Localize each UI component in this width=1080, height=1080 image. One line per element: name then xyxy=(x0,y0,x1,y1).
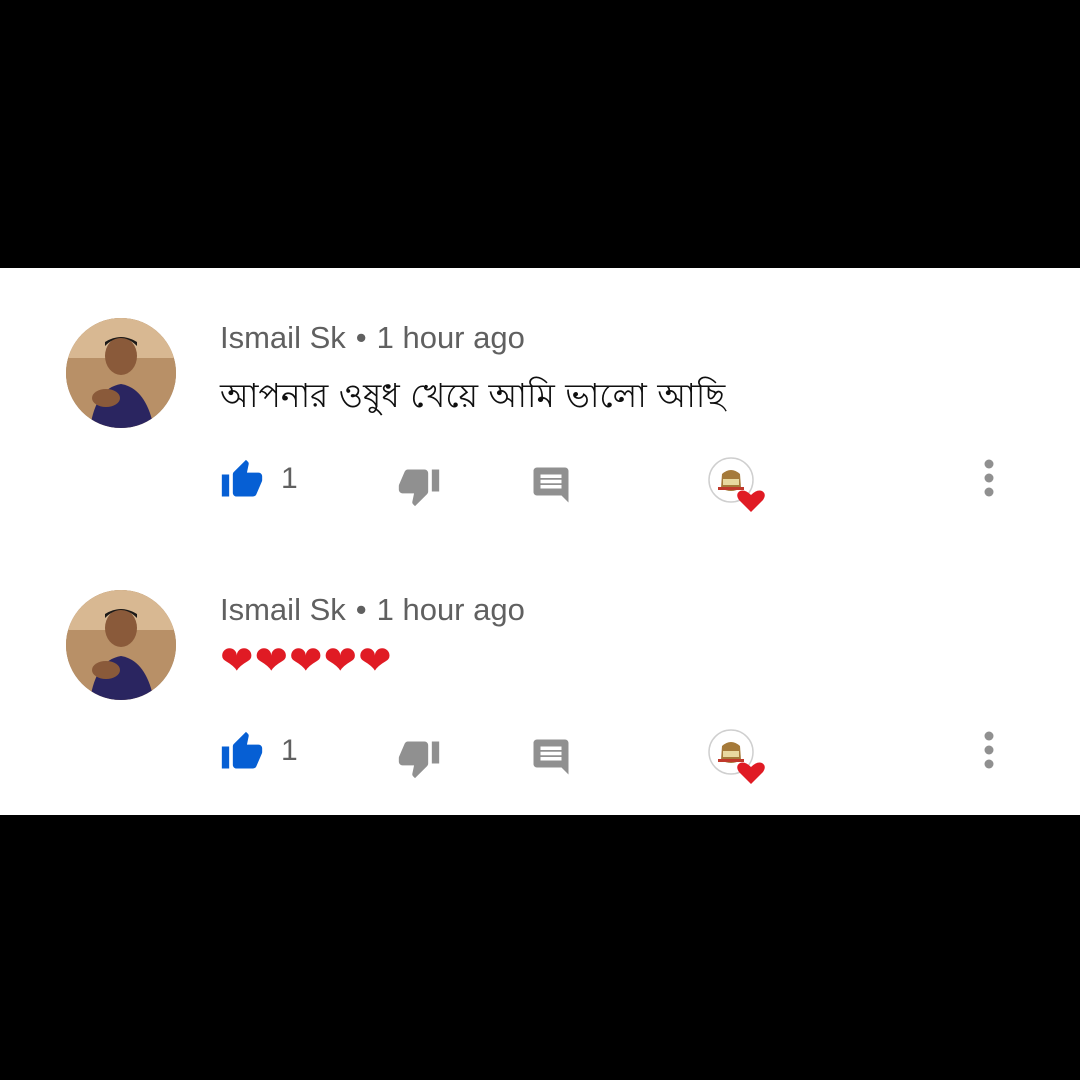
avatar[interactable] xyxy=(66,590,176,700)
more-vert-icon[interactable] xyxy=(978,458,1000,502)
like-count: 1 xyxy=(281,462,298,495)
thumb-up-icon[interactable] xyxy=(220,458,264,502)
author-name[interactable]: Ismail Sk xyxy=(220,592,346,627)
comment-text: ❤❤❤❤❤ xyxy=(220,638,393,684)
comment-item: Ismail Sk • 1 hour ago ❤❤❤❤❤ 1 xyxy=(0,590,1080,820)
thumb-up-icon[interactable] xyxy=(220,730,264,774)
creator-heart-icon[interactable] xyxy=(707,456,769,514)
comment-text: আপনার ওষুধ খেয়ে আমি ভালো আছি xyxy=(220,376,726,415)
creator-heart-icon[interactable] xyxy=(707,728,769,786)
comment-meta: Ismail Sk • 1 hour ago xyxy=(220,320,525,356)
meta-separator: • xyxy=(355,320,367,355)
meta-separator: • xyxy=(355,592,367,627)
avatar[interactable] xyxy=(66,318,176,428)
reply-icon[interactable] xyxy=(530,464,572,506)
thumb-down-icon[interactable] xyxy=(397,464,441,508)
comment-actions: 1 xyxy=(0,456,1080,518)
thumb-down-icon[interactable] xyxy=(397,736,441,780)
comment-actions: 1 xyxy=(0,728,1080,790)
reply-icon[interactable] xyxy=(530,736,572,778)
more-vert-icon[interactable] xyxy=(978,730,1000,774)
comment-meta: Ismail Sk • 1 hour ago xyxy=(220,592,525,628)
comment-time: 1 hour ago xyxy=(376,320,525,355)
comments-panel: Ismail Sk • 1 hour ago আপনার ওষুধ খেয়ে আম… xyxy=(0,268,1080,815)
comment-item: Ismail Sk • 1 hour ago আপনার ওষুধ খেয়ে আম… xyxy=(0,318,1080,548)
comment-time: 1 hour ago xyxy=(376,592,525,627)
author-name[interactable]: Ismail Sk xyxy=(220,320,346,355)
like-count: 1 xyxy=(281,734,298,767)
